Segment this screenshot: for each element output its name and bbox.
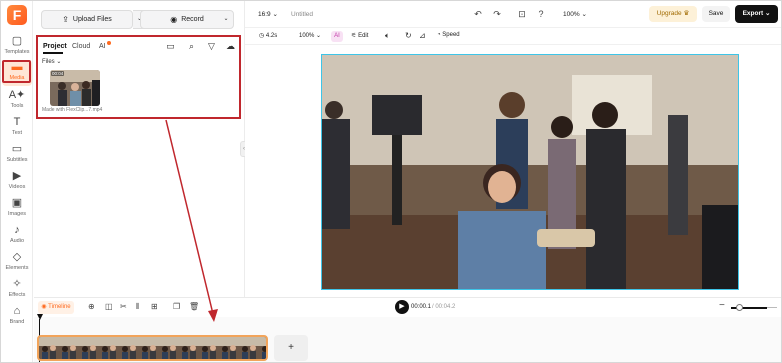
elements-icon: ◇: [12, 251, 22, 263]
top-bar: 16:9 ⌄ Untitled ↶ ↷ ⊡ ? 100% ⌄ Upgrade ♛…: [245, 1, 781, 27]
play-button[interactable]: ▶: [395, 300, 409, 314]
timeline-toggle-button[interactable]: ◉ Timeline: [38, 301, 74, 314]
subtitles-icon: ▭: [11, 143, 23, 155]
rail-item-effects[interactable]: ✧ Effects: [2, 277, 32, 303]
undo-icon[interactable]: ↶: [472, 8, 484, 20]
active-tab-indicator: [43, 52, 63, 54]
sliders-icon: ⚟: [351, 33, 357, 39]
media-highlight-box: [2, 60, 31, 83]
video-editor-app: F ▢ Templates ▬ Media A✦ Tools T Text ▭ …: [0, 0, 782, 363]
rail-item-text[interactable]: T Text: [2, 115, 32, 141]
duplicate-icon[interactable]: ❐: [173, 302, 180, 311]
templates-icon: ▢: [11, 35, 23, 47]
timeline-track: +: [34, 314, 781, 362]
add-clip-button[interactable]: +: [274, 335, 308, 361]
filter-icon[interactable]: ▽: [206, 41, 217, 52]
chevron-down-icon: ⌄: [223, 16, 229, 22]
project-title[interactable]: Untitled: [291, 11, 313, 18]
volume-icon[interactable]: 🔈︎: [385, 31, 390, 41]
record-options-dropdown[interactable]: ⌄: [218, 10, 234, 29]
upgrade-button[interactable]: Upgrade ♛: [649, 6, 697, 22]
crop-icon[interactable]: ⊞: [151, 302, 158, 311]
brand-icon: ⌂: [13, 305, 21, 317]
timeline-bar: ◉ Timeline ⊕ ◫ ✂ ⫴ ⊞ ❐ 🗑︎ ▶ 00:00.1 / 00…: [34, 297, 781, 317]
preview-frame-image: [322, 55, 738, 289]
left-rail: F ▢ Templates ▬ Media A✦ Tools T Text ▭ …: [1, 1, 33, 362]
clip-filmstrip: [39, 337, 266, 359]
rail-item-brand[interactable]: ⌂ Brand: [2, 304, 32, 330]
scissors-icon[interactable]: ✂: [120, 302, 127, 311]
rail-item-templates[interactable]: ▢ Templates: [2, 34, 32, 60]
zoom-slider-handle[interactable]: [736, 304, 743, 311]
app-logo[interactable]: F: [7, 5, 27, 25]
total-time: / 00:04.2: [432, 304, 456, 310]
add-media-icon[interactable]: ⊕: [88, 302, 95, 311]
rail-item-images[interactable]: ▣ Images: [2, 196, 32, 222]
chevron-down-icon: ⌄: [272, 11, 278, 18]
canvas-area: [245, 45, 781, 297]
crown-icon: ♛: [683, 10, 690, 17]
tab-ai[interactable]: AI: [99, 43, 106, 50]
timeline-icon: ◉: [41, 304, 47, 310]
chevron-down-icon: ⌄: [764, 10, 771, 17]
current-time: 00:00.1: [411, 304, 432, 310]
rail-item-audio[interactable]: ♪ Audio: [2, 223, 32, 249]
clip-toolbar: ◷ 4.2s 100% ⌄ AI ⚟ Edit 🔈︎ ↻ ⊿ ◔ Speed: [245, 27, 781, 45]
ai-tools-button[interactable]: AI: [331, 31, 343, 42]
videos-icon: ▶: [12, 170, 22, 182]
aspect-ratio-selector[interactable]: 16:9 ⌄: [258, 10, 278, 18]
media-thumbnail[interactable]: 00:04: [50, 70, 100, 106]
new-badge-dot: [107, 41, 111, 45]
export-button[interactable]: Export ⌄: [735, 5, 778, 23]
clock-icon: ◷: [259, 33, 265, 39]
scale-selector[interactable]: 100% ⌄: [299, 32, 321, 39]
tab-cloud[interactable]: Cloud: [72, 43, 90, 50]
trash-icon[interactable]: 🗑︎: [189, 302, 199, 311]
chevron-down-icon: ⌄: [581, 11, 587, 18]
ai-tools-icon: A✦: [8, 89, 26, 101]
split-icon[interactable]: ⫴: [136, 302, 139, 312]
rail-item-subtitles[interactable]: ▭ Subtitles: [2, 142, 32, 168]
effects-icon: ✧: [12, 278, 22, 290]
record-icon: ◉: [170, 15, 178, 24]
video-preview-canvas[interactable]: [321, 54, 739, 290]
rotate-icon[interactable]: ↻: [405, 31, 412, 40]
rail-item-tools[interactable]: A✦ Tools: [2, 88, 32, 114]
tab-project[interactable]: Project: [43, 43, 67, 50]
audio-icon: ♪: [14, 224, 20, 236]
new-folder-icon[interactable]: ▭: [165, 41, 176, 52]
search-icon[interactable]: ⌕: [186, 41, 197, 52]
cloud-off-icon[interactable]: ☁: [225, 41, 236, 52]
speed-button[interactable]: ◔ Speed: [437, 32, 460, 38]
text-icon: T: [13, 116, 21, 128]
file-name: Made with FlexClip...7.mp4: [42, 107, 103, 113]
redo-icon[interactable]: ↷: [491, 8, 503, 20]
help-icon[interactable]: ?: [535, 8, 547, 20]
upload-icon: ⇪: [62, 15, 69, 24]
playhead-handle[interactable]: [37, 314, 43, 320]
rail-item-elements[interactable]: ◇ Elements: [2, 250, 32, 276]
upload-files-button[interactable]: ⇪ Upload Files: [41, 10, 133, 29]
chevron-down-icon: ⌄: [56, 59, 62, 65]
save-button[interactable]: Save: [702, 6, 730, 22]
zoom-selector[interactable]: 100% ⌄: [563, 10, 587, 18]
speed-icon: ◔: [437, 32, 441, 38]
project-files-section: Project Cloud AI ▭ ⌕ ▽ ☁ Files ⌄ 00:04 M…: [36, 35, 241, 119]
thumbnail-duration: 00:04: [51, 71, 65, 76]
edit-button[interactable]: ⚟ Edit: [351, 32, 368, 39]
play-icon: ▶: [399, 303, 405, 310]
screenshot-icon[interactable]: ⊡: [516, 8, 528, 20]
duration-control[interactable]: ◷ 4.2s: [259, 32, 277, 39]
files-dropdown[interactable]: Files ⌄: [42, 58, 61, 65]
video-clip[interactable]: [37, 335, 268, 361]
images-icon: ▣: [11, 197, 23, 209]
zoom-slider-track[interactable]: [767, 307, 777, 308]
media-panel: ⇪ Upload Files ⌄ ◉ Record ⌄ Project Clou…: [34, 1, 244, 297]
transition-icon[interactable]: ◫: [105, 302, 113, 311]
chevron-down-icon: ⌄: [316, 33, 322, 39]
zoom-out-icon[interactable]: −: [719, 300, 725, 311]
flip-icon[interactable]: ⊿: [419, 31, 426, 40]
rail-item-videos[interactable]: ▶ Videos: [2, 169, 32, 195]
